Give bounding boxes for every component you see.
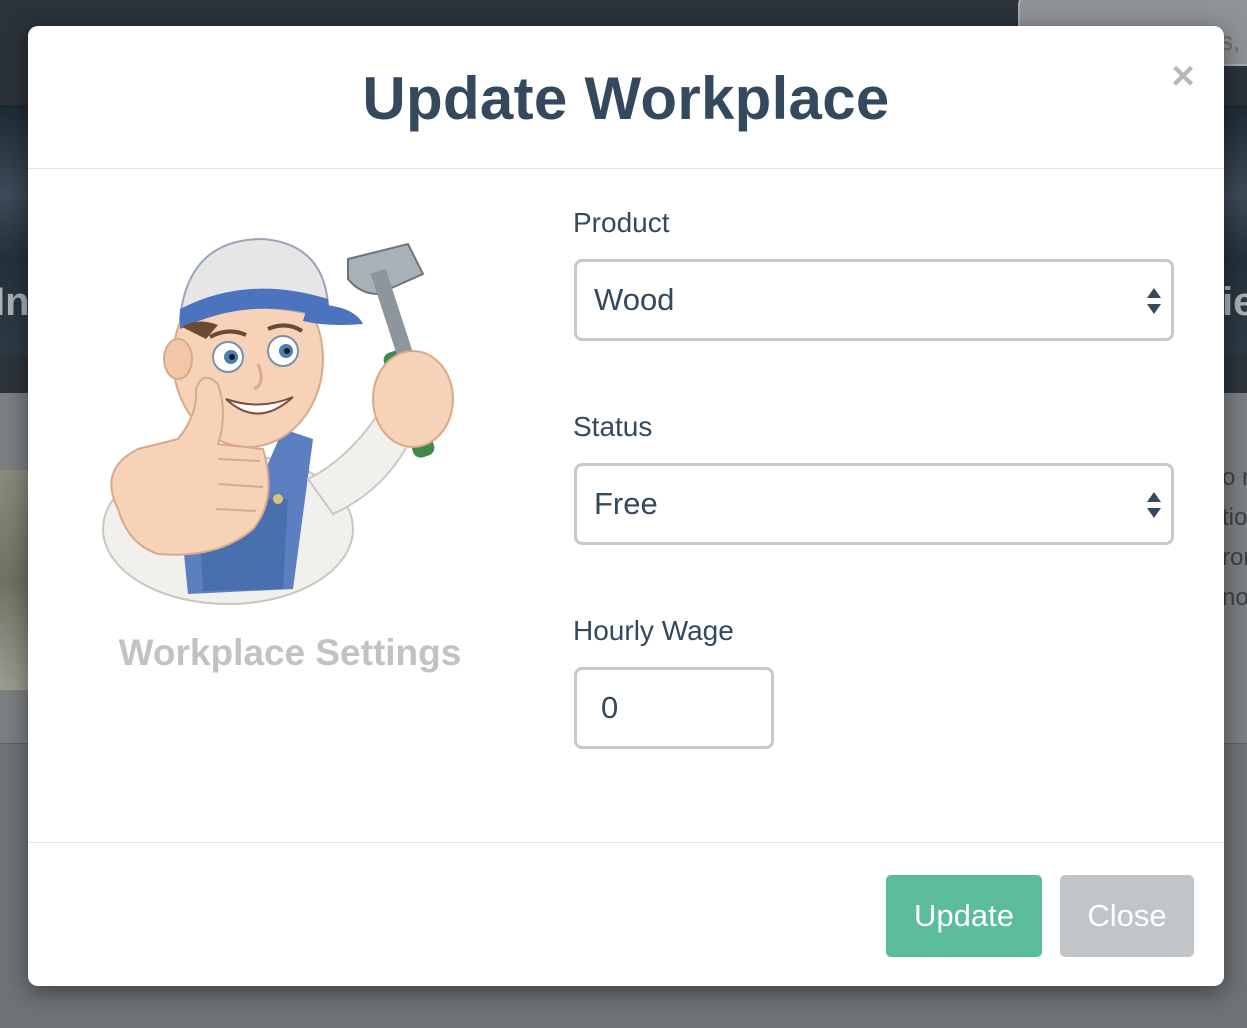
status-select[interactable]: Free — [574, 463, 1174, 545]
background-content-text: o r tio ror nov — [1222, 458, 1247, 618]
hourly-wage-input[interactable]: 0 — [574, 667, 774, 749]
select-arrows-icon — [1147, 288, 1161, 314]
product-label: Product — [573, 207, 670, 238]
close-button[interactable]: Close — [1060, 875, 1194, 957]
status-select-value: Free — [594, 486, 658, 521]
worker-illustration — [102, 237, 454, 605]
modal-footer: Update Close — [28, 842, 1224, 986]
background-text-line: o r — [1222, 464, 1247, 491]
hourly-wage-label: Hourly Wage — [573, 615, 734, 646]
modal-title: Update Workplace — [362, 65, 890, 132]
update-workplace-modal: Update Workplace × Workplace Settings Pr… — [28, 26, 1224, 986]
background-money-image — [0, 470, 28, 690]
product-select-value: Wood — [594, 282, 675, 317]
select-arrows-icon — [1147, 492, 1161, 518]
background-hero-text-left: In — [0, 280, 30, 324]
close-icon[interactable]: × — [1166, 56, 1200, 96]
status-label: Status — [573, 411, 653, 442]
product-select[interactable]: Wood — [574, 259, 1174, 341]
modal-body: Workplace Settings Product Wood Status F… — [28, 169, 1224, 842]
background-hero-text-right: ie — [1222, 280, 1247, 324]
background-text-line: ror — [1222, 544, 1247, 571]
workplace-settings-caption: Workplace Settings — [118, 632, 462, 673]
modal-header: Update Workplace × — [28, 26, 1224, 169]
background-text-line: nov — [1222, 584, 1247, 611]
background-text-line: tio — [1222, 504, 1247, 531]
update-button[interactable]: Update — [886, 875, 1042, 957]
